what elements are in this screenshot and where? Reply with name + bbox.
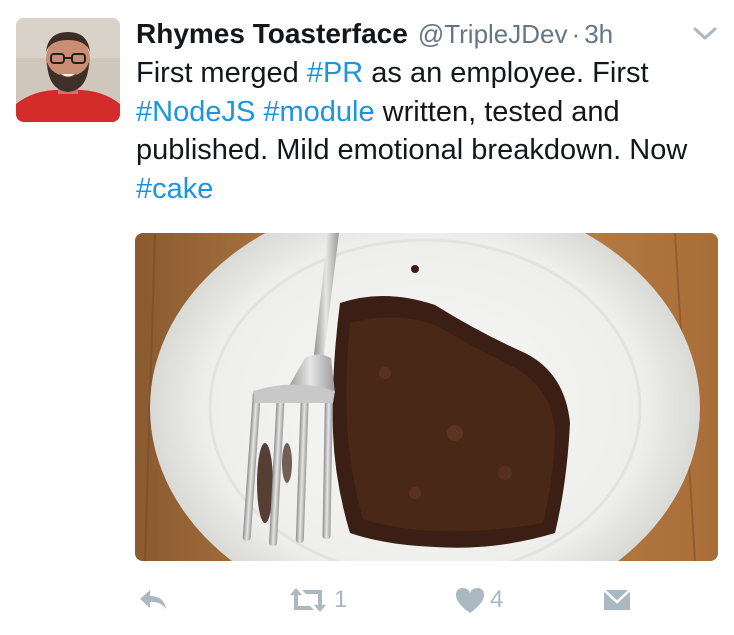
tweet-media-photo[interactable]: [135, 233, 718, 561]
direct-message-button[interactable]: [602, 580, 632, 620]
tweet-text-part: First merged: [136, 57, 307, 89]
hashtag-link[interactable]: #NodeJS: [136, 96, 255, 128]
reply-button[interactable]: [136, 580, 170, 620]
heart-icon: [456, 588, 484, 613]
envelope-icon: [603, 589, 631, 610]
hashtag-link[interactable]: #cake: [136, 173, 213, 205]
timestamp[interactable]: 3h: [584, 19, 613, 50]
tweet-text: First merged #PR as an employee. First #…: [136, 54, 706, 208]
cake-photo: [135, 233, 718, 561]
like-button[interactable]: 4: [454, 580, 503, 620]
user-handle[interactable]: @TripleJDev: [418, 19, 568, 50]
display-name[interactable]: Rhymes Toasterface: [136, 18, 408, 50]
separator-dot: ·: [571, 18, 581, 49]
retweet-count: 1: [334, 586, 348, 613]
tweet-header: Rhymes Toasterface @TripleJDev · 3h: [136, 12, 613, 56]
tweet-text-part: as an employee. First: [363, 57, 649, 89]
hashtag-link[interactable]: #module: [263, 96, 374, 128]
chevron-down-icon[interactable]: [692, 24, 718, 44]
hashtag-link[interactable]: #PR: [307, 57, 363, 89]
reply-icon: [140, 590, 166, 609]
avatar-image: [16, 18, 120, 122]
avatar[interactable]: [16, 18, 120, 122]
like-count: 4: [490, 586, 504, 613]
retweet-button[interactable]: 1: [286, 580, 347, 620]
tweet[interactable]: Rhymes Toasterface @TripleJDev · 3h Firs…: [0, 0, 734, 635]
retweet-icon: [290, 588, 326, 612]
tweet-actions: 1 4: [136, 580, 636, 620]
